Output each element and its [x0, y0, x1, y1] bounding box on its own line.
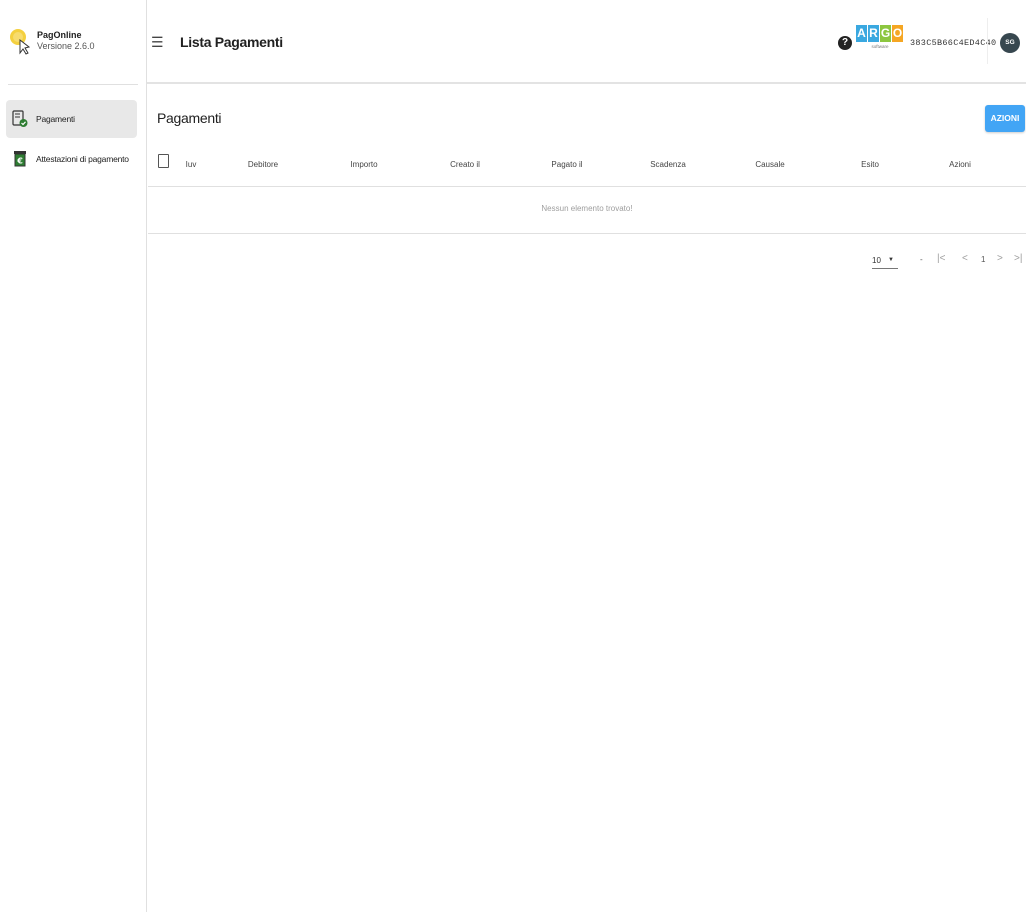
receipt-euro-icon: €	[14, 151, 26, 167]
column-header-scadenza[interactable]: Scadenza	[650, 160, 686, 169]
sidebar-divider	[8, 84, 138, 85]
first-page-icon[interactable]: |<	[937, 253, 945, 264]
sidebar-item-pagamenti[interactable]: Pagamenti	[6, 100, 137, 138]
column-header-pagato-il[interactable]: Pagato il	[551, 160, 582, 169]
previous-page-icon[interactable]: <	[962, 253, 968, 264]
column-header-debitore[interactable]: Debitore	[248, 160, 278, 169]
actions-button[interactable]: AZIONI	[985, 105, 1025, 132]
current-page-number: 1	[981, 255, 986, 264]
column-header-azioni: Azioni	[949, 160, 971, 169]
brand: PagOnline Versione 2.6.0	[0, 0, 146, 84]
chevron-down-icon: ▼	[888, 257, 894, 263]
header-divider	[987, 18, 988, 64]
sidebar-item-attestazioni[interactable]: € Attestazioni di pagamento	[6, 140, 137, 178]
document-check-icon	[12, 110, 28, 127]
page-size-select[interactable]: 10 ▼	[872, 256, 898, 269]
pagonline-logo-icon	[10, 29, 30, 55]
argo-letter-r: R	[868, 25, 879, 42]
last-page-icon[interactable]: >|	[1014, 253, 1022, 264]
app-header: ☰ Lista Pagamenti ? A R G O software 383…	[147, 0, 1026, 84]
svg-text:€: €	[16, 157, 23, 166]
sidebar-item-label: Attestazioni di pagamento	[36, 154, 129, 164]
sidebar-item-label: Pagamenti	[36, 114, 75, 124]
page-range-label: -	[920, 255, 923, 264]
empty-message: Nessun elemento trovato!	[541, 204, 633, 213]
column-header-importo[interactable]: Importo	[350, 160, 377, 169]
empty-table-row: Nessun elemento trovato!	[148, 187, 1026, 234]
next-page-icon[interactable]: >	[997, 253, 1003, 264]
table-header: Iuv Debitore Importo Creato il Pagato il…	[148, 146, 1026, 187]
argo-letter-o: O	[892, 25, 903, 42]
help-icon[interactable]: ?	[838, 36, 852, 50]
hamburger-menu-icon[interactable]: ☰	[151, 35, 164, 49]
select-all-checkbox[interactable]	[158, 154, 169, 168]
column-header-creato-il[interactable]: Creato il	[450, 160, 480, 169]
page-size-value: 10	[872, 256, 881, 265]
column-header-iuv[interactable]: Iuv	[186, 160, 197, 169]
app-version: Versione 2.6.0	[37, 41, 95, 51]
column-header-esito[interactable]: Esito	[861, 160, 879, 169]
column-header-causale[interactable]: Causale	[755, 160, 784, 169]
app-name: PagOnline	[37, 30, 82, 40]
argo-logo-subtitle: software	[871, 44, 889, 49]
user-avatar[interactable]: SG	[1000, 33, 1020, 53]
pagination: 10 ▼ - |< < 1 > >|	[148, 240, 1026, 270]
sidebar: PagOnline Versione 2.6.0 Pagamenti € Att…	[0, 0, 147, 912]
argo-letter-a: A	[856, 25, 867, 42]
page-title: Lista Pagamenti	[180, 34, 283, 50]
session-code: 383C5B66C4ED4C40	[910, 38, 997, 48]
section-title: Pagamenti	[157, 110, 222, 126]
argo-letter-g: G	[880, 25, 891, 42]
argo-logo: A R G O software	[856, 25, 904, 59]
